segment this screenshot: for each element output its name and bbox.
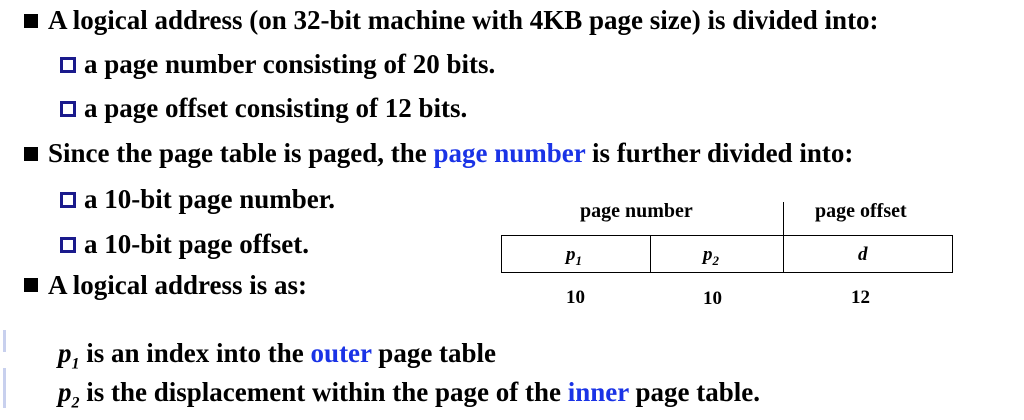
sub-bullet-page-number: a page number consisting of 20 bits.	[84, 49, 496, 79]
note-p2-before: is the displacement within the page of t…	[79, 377, 568, 407]
bullet-2-text: Since the page table is paged, the page …	[48, 137, 853, 169]
bullet-square-icon	[24, 14, 38, 28]
cell-p2-sub: 2	[712, 252, 720, 268]
cell-p1: p1	[566, 244, 582, 269]
edge-mark	[3, 368, 6, 408]
note-p2-sub: 2	[71, 394, 80, 412]
hollow-square-icon	[60, 57, 76, 73]
bullet-3-text: A logical address is as:	[48, 270, 308, 300]
cell-p1-var: p	[566, 244, 576, 265]
note-p2-after: page table.	[628, 377, 761, 407]
bits-p2: 10	[703, 288, 722, 309]
hollow-square-icon	[60, 101, 76, 117]
note-p2: p2 is the displacement within the page o…	[58, 376, 760, 419]
cell-d-var: d	[858, 244, 868, 265]
note-p1-after: page table	[371, 338, 497, 368]
bullet-2-after: is further divided into:	[585, 138, 854, 168]
bits-p1: 10	[566, 287, 585, 308]
hollow-square-icon	[60, 192, 76, 208]
hollow-square-icon	[60, 237, 76, 253]
inner-highlight: inner	[567, 377, 629, 407]
cell-p1-sub: 1	[575, 252, 583, 268]
cell-d: d	[858, 244, 868, 266]
split-line	[783, 202, 784, 236]
cell-divider	[783, 235, 784, 273]
cell-divider	[650, 235, 651, 273]
sub-bullet-10-bit-page-offset: a 10-bit page offset.	[84, 229, 309, 259]
cell-p2: p2	[703, 244, 719, 269]
page-offset-label: page offset	[815, 200, 907, 222]
edge-mark	[3, 330, 6, 352]
outer-highlight: outer	[310, 338, 372, 368]
bullet-2-before: Since the page table is paged, the	[48, 138, 434, 168]
bits-d: 12	[851, 287, 870, 308]
note-p1-sub: 1	[71, 355, 80, 373]
note-p1: p1 is an index into the outer page table	[58, 337, 496, 380]
page-number-highlight: page number	[433, 138, 586, 168]
bullet-1-text: A logical address (on 32-bit machine wit…	[48, 5, 879, 35]
bullet-square-icon	[24, 278, 38, 292]
sub-bullet-10-bit-page-number: a 10-bit page number.	[84, 184, 336, 214]
cell-p2-var: p	[703, 244, 713, 265]
sub-bullet-page-offset: a page offset consisting of 12 bits.	[84, 93, 468, 123]
page-number-label: page number	[580, 200, 693, 222]
bullet-square-icon	[24, 147, 38, 161]
note-p2-var: p	[58, 377, 72, 407]
note-p1-before: is an index into the	[79, 338, 311, 368]
note-p1-var: p	[58, 338, 72, 368]
